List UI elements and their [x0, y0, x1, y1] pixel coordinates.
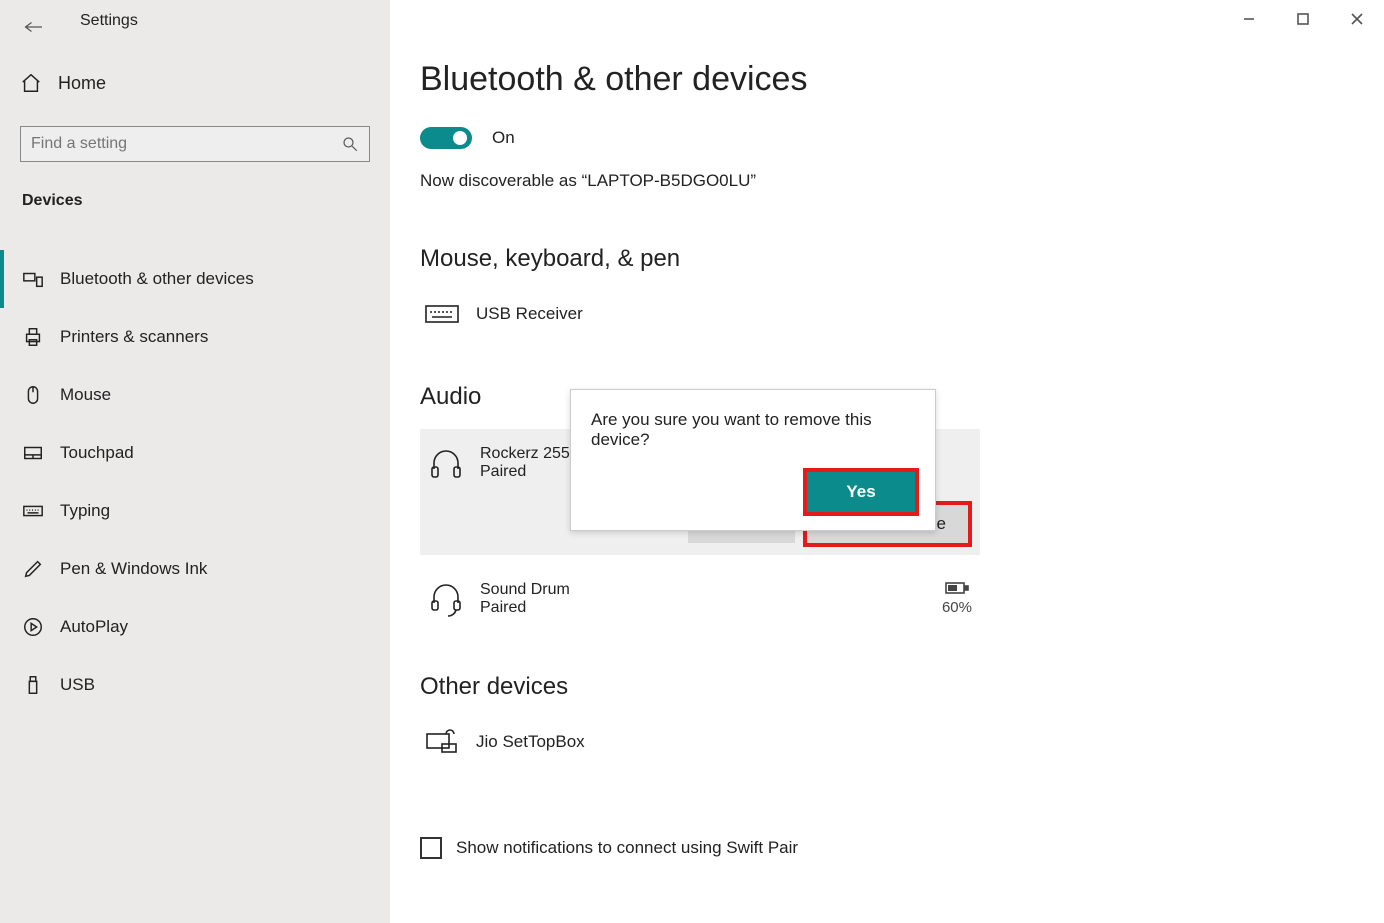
sidebar-item-typing[interactable]: Typing [0, 482, 390, 540]
sidebar-item-touchpad[interactable]: Touchpad [0, 424, 390, 482]
search-icon [341, 135, 359, 153]
sidebar-home[interactable]: Home [20, 72, 106, 94]
device-battery: 60% [942, 581, 972, 616]
remove-confirm-dialog: Are you sure you want to remove this dev… [570, 389, 936, 531]
close-button[interactable] [1330, 4, 1384, 34]
headset-icon [428, 581, 464, 617]
minimize-button[interactable] [1222, 4, 1276, 34]
nav-item-label: Pen & Windows Ink [60, 559, 207, 579]
window-controls [1222, 4, 1384, 34]
home-label: Home [58, 73, 106, 94]
window-title: Settings [80, 12, 138, 30]
autoplay-icon [22, 616, 44, 638]
device-usb-receiver[interactable]: USB Receiver [420, 291, 1360, 337]
sidebar: Settings Home Devices Bluetooth & other … [0, 0, 390, 923]
keyboard-device-icon [424, 301, 460, 327]
nav-item-label: Touchpad [60, 443, 134, 463]
toggle-state-label: On [492, 128, 515, 148]
device-rockerz[interactable]: Rockerz 255 Pro+ Paired Connect Remove d… [420, 429, 980, 555]
device-name: USB Receiver [476, 303, 583, 325]
battery-percent: 60% [942, 599, 972, 616]
nav-item-label: Printers & scanners [60, 327, 208, 347]
swift-pair-checkbox[interactable] [420, 837, 442, 859]
sidebar-item-bluetooth[interactable]: Bluetooth & other devices [0, 250, 390, 308]
nav-item-label: USB [60, 675, 95, 695]
swift-pair-row: Show notifications to connect using Swif… [420, 837, 1360, 859]
page-title: Bluetooth & other devices [420, 60, 1360, 99]
device-name: Jio SetTopBox [476, 731, 585, 753]
usb-icon [22, 674, 44, 696]
pen-icon [22, 558, 44, 580]
sidebar-item-autoplay[interactable]: AutoPlay [0, 598, 390, 656]
search-box[interactable] [20, 126, 370, 162]
nav-list: Bluetooth & other devices Printers & sca… [0, 250, 390, 714]
sidebar-item-usb[interactable]: USB [0, 656, 390, 714]
main-content: Bluetooth & other devices On Now discove… [420, 60, 1360, 859]
nav-header: Devices [22, 192, 83, 210]
other-section: Other devices Jio SetTopBox [420, 673, 1360, 765]
sidebar-item-printers[interactable]: Printers & scanners [0, 308, 390, 366]
headphones-icon [428, 445, 464, 481]
section-other-heading: Other devices [420, 673, 1360, 701]
swift-pair-label: Show notifications to connect using Swif… [456, 838, 798, 858]
bluetooth-toggle[interactable] [420, 127, 472, 149]
battery-icon [945, 582, 969, 599]
search-input[interactable] [31, 135, 341, 153]
mouse-icon [22, 384, 44, 406]
device-settopbox[interactable]: Jio SetTopBox [420, 719, 1360, 765]
audio-section: Audio Rockerz 255 Pro+ Paired Connect Re… [420, 383, 1360, 623]
device-name: Sound Drum [480, 581, 570, 599]
home-icon [20, 72, 42, 94]
keyboard-icon [22, 500, 44, 522]
confirm-yes-button[interactable]: Yes [807, 472, 915, 512]
device-sound-drum[interactable]: Sound Drum Paired 60% [420, 575, 980, 623]
toggle-knob [453, 131, 467, 145]
sidebar-item-pen[interactable]: Pen & Windows Ink [0, 540, 390, 598]
bluetooth-devices-icon [22, 268, 44, 290]
confirm-message: Are you sure you want to remove this dev… [591, 410, 915, 450]
discoverable-text: Now discoverable as “LAPTOP-B5DGO0LU” [420, 171, 1360, 191]
nav-item-label: Bluetooth & other devices [60, 269, 254, 289]
maximize-button[interactable] [1276, 4, 1330, 34]
nav-item-label: Typing [60, 501, 110, 521]
nav-item-label: Mouse [60, 385, 111, 405]
section-mouse-heading: Mouse, keyboard, & pen [420, 245, 1360, 273]
bluetooth-toggle-row: On [420, 127, 1360, 149]
settopbox-icon [424, 729, 460, 755]
printer-icon [22, 326, 44, 348]
back-icon[interactable] [24, 20, 42, 39]
sidebar-item-mouse[interactable]: Mouse [0, 366, 390, 424]
nav-item-label: AutoPlay [60, 617, 128, 637]
device-status: Paired [480, 599, 570, 617]
touchpad-icon [22, 442, 44, 464]
